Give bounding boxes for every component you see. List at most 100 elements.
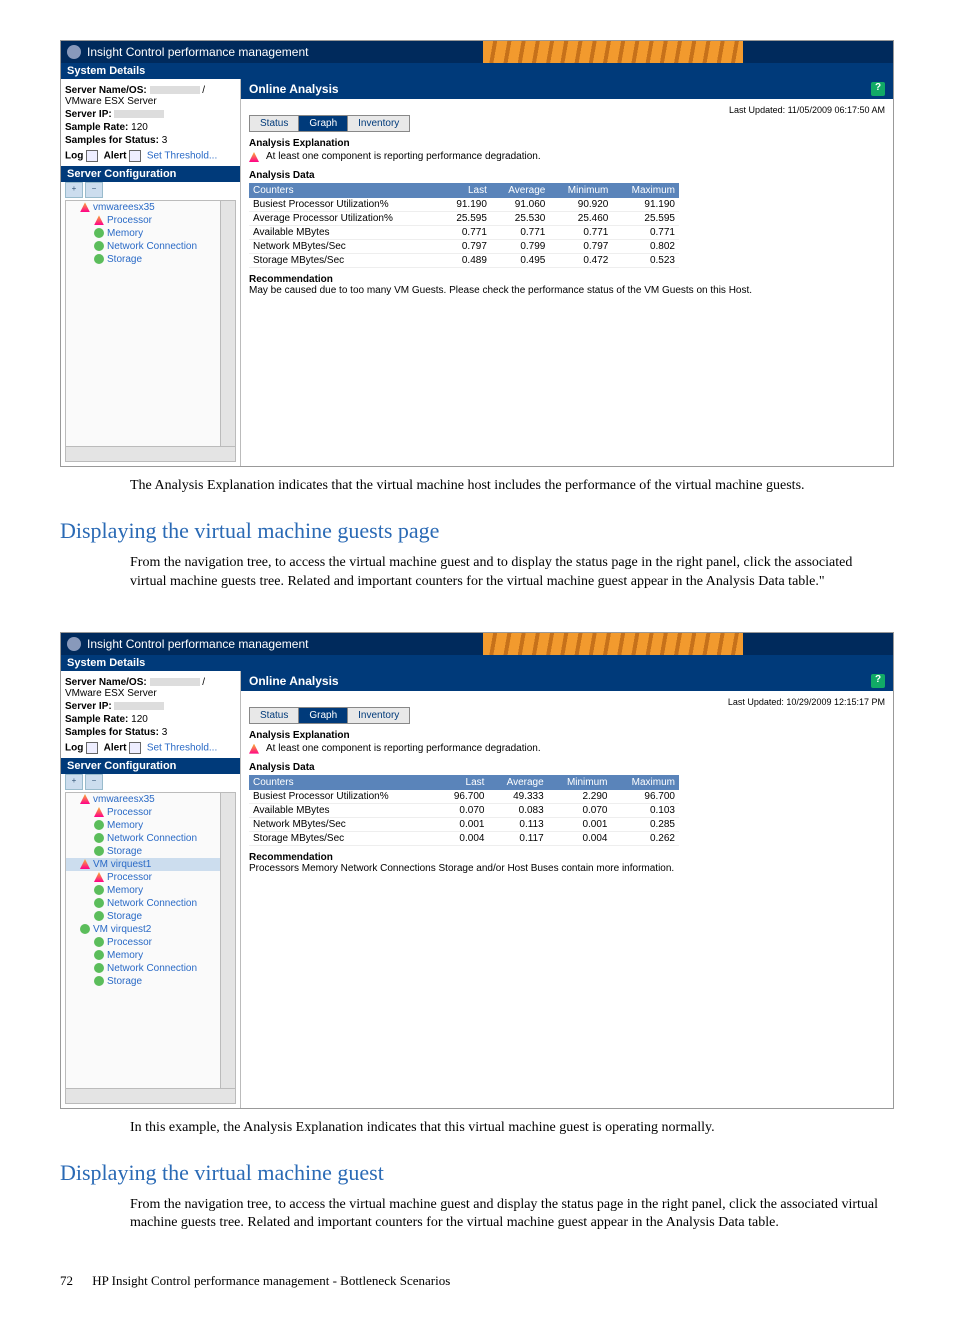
tree-item[interactable]: vmwareesx35 <box>66 793 235 806</box>
table-row: Storage MBytes/Sec0.4890.4950.4720.523 <box>249 254 679 268</box>
tree-item-label: VM virquest1 <box>93 859 151 870</box>
footer-title: HP Insight Control performance managemen… <box>92 1273 450 1288</box>
tree-item-label: Processor <box>107 807 152 818</box>
tree-item[interactable]: Storage <box>66 975 235 988</box>
tab-status[interactable]: Status <box>249 707 299 724</box>
expand-all-button[interactable]: + <box>65 774 83 790</box>
tree-item[interactable]: Memory <box>66 819 235 832</box>
tree-item[interactable]: Processor <box>66 806 235 819</box>
counter-value: 2.290 <box>548 790 612 804</box>
counter-value: 96.700 <box>438 790 489 804</box>
tree-item[interactable]: Memory <box>66 949 235 962</box>
tree-item[interactable]: Processor <box>66 871 235 884</box>
tree-item[interactable]: VM virquest2 <box>66 923 235 936</box>
log-checkbox[interactable] <box>86 742 98 754</box>
nav-tree[interactable]: vmwareesx35ProcessorMemoryNetwork Connec… <box>65 200 236 462</box>
redacted-server-name <box>150 678 200 686</box>
collapse-all-button[interactable]: − <box>85 774 103 790</box>
counter-value: 0.262 <box>612 831 680 845</box>
sample-rate-label: Sample Rate: <box>65 122 128 133</box>
alert-checkbox[interactable] <box>129 150 141 162</box>
analysis-explanation-label: Analysis Explanation <box>249 138 885 149</box>
counter-value: 25.460 <box>549 212 612 226</box>
alert-label: Alert <box>104 742 127 753</box>
sample-rate-value: 120 <box>131 714 148 725</box>
tree-item-label: vmwareesx35 <box>93 794 155 805</box>
tree-item-label: Network Connection <box>107 898 197 909</box>
help-icon[interactable]: ? <box>871 82 885 96</box>
tab-status[interactable]: Status <box>249 115 299 132</box>
tree-item[interactable]: VM virquest1 <box>66 858 235 871</box>
tree-item[interactable]: Network Connection <box>66 240 235 253</box>
counter-value: 91.190 <box>612 198 679 212</box>
hp-logo-icon <box>67 45 81 59</box>
server-name-os-label: Server Name/OS: <box>65 677 147 688</box>
table-row: Busiest Processor Utilization%91.19091.0… <box>249 198 679 212</box>
set-threshold-link[interactable]: Set Threshold... <box>147 742 217 753</box>
scrollbar-horizontal[interactable] <box>66 446 235 461</box>
scrollbar-horizontal[interactable] <box>66 1088 235 1103</box>
counter-value: 0.523 <box>612 254 679 268</box>
decor-stripes-icon <box>483 41 743 63</box>
tree-item[interactable]: Network Connection <box>66 897 235 910</box>
tree-item[interactable]: Storage <box>66 910 235 923</box>
tree-item[interactable]: Storage <box>66 253 235 266</box>
nav-tree[interactable]: vmwareesx35ProcessorMemoryNetwork Connec… <box>65 792 236 1104</box>
samples-status-value: 3 <box>162 727 168 738</box>
app-titlebar: Insight Control performance management <box>61 633 893 655</box>
log-label: Log <box>65 742 83 753</box>
tree-item-label: Storage <box>107 976 142 987</box>
tree-item-label: Storage <box>107 254 142 265</box>
tree-item-label: Storage <box>107 911 142 922</box>
scrollbar-vertical[interactable] <box>220 201 235 447</box>
warning-icon <box>80 794 90 804</box>
tab-graph[interactable]: Graph <box>298 707 348 724</box>
counter-value: 0.771 <box>549 226 612 240</box>
scrollbar-vertical[interactable] <box>220 793 235 1089</box>
warning-icon <box>80 859 90 869</box>
tree-item[interactable]: Memory <box>66 227 235 240</box>
col-header: Maximum <box>612 183 679 198</box>
samples-status-label: Samples for Status: <box>65 727 159 738</box>
counter-name: Available MBytes <box>249 226 441 240</box>
recommendation-text: May be caused due to too many VM Guests.… <box>249 285 885 296</box>
counter-value: 0.472 <box>549 254 612 268</box>
alert-checkbox[interactable] <box>129 742 141 754</box>
tree-item[interactable]: Memory <box>66 884 235 897</box>
decor-stripes-icon <box>483 633 743 655</box>
col-header: Last <box>441 183 491 198</box>
warning-icon <box>94 807 104 817</box>
analysis-explanation-label: Analysis Explanation <box>249 730 885 741</box>
tree-item[interactable]: Network Connection <box>66 832 235 845</box>
redacted-server-ip <box>114 702 164 710</box>
collapse-all-button[interactable]: − <box>85 182 103 198</box>
log-label: Log <box>65 151 83 162</box>
redacted-server-ip <box>114 110 164 118</box>
tree-item[interactable]: vmwareesx35 <box>66 201 235 214</box>
analysis-explanation-text: At least one component is reporting perf… <box>266 743 541 754</box>
screenshot-guest: Insight Control performance management S… <box>60 632 894 1109</box>
tree-item[interactable]: Storage <box>66 845 235 858</box>
analysis-explanation-text: At least one component is reporting perf… <box>266 151 541 162</box>
tab-graph[interactable]: Graph <box>298 115 348 132</box>
col-header: Counters <box>249 183 441 198</box>
counter-value: 0.070 <box>548 803 612 817</box>
help-icon[interactable]: ? <box>871 674 885 688</box>
counter-value: 0.771 <box>491 226 549 240</box>
set-threshold-link[interactable]: Set Threshold... <box>147 151 217 162</box>
tree-item-label: Storage <box>107 846 142 857</box>
ok-icon <box>80 924 90 934</box>
tree-item-label: VM virquest2 <box>93 924 151 935</box>
tree-item[interactable]: Processor <box>66 936 235 949</box>
log-checkbox[interactable] <box>86 150 98 162</box>
tree-item[interactable]: Processor <box>66 214 235 227</box>
table-row: Network MBytes/Sec0.7970.7990.7970.802 <box>249 240 679 254</box>
table-row: Busiest Processor Utilization%96.70049.3… <box>249 790 679 804</box>
tab-inventory[interactable]: Inventory <box>347 707 410 724</box>
tree-item[interactable]: Network Connection <box>66 962 235 975</box>
tree-item-label: Processor <box>107 937 152 948</box>
tab-inventory[interactable]: Inventory <box>347 115 410 132</box>
tab-row: Status Graph Inventory <box>249 115 885 132</box>
counter-value: 0.285 <box>612 817 680 831</box>
expand-all-button[interactable]: + <box>65 182 83 198</box>
